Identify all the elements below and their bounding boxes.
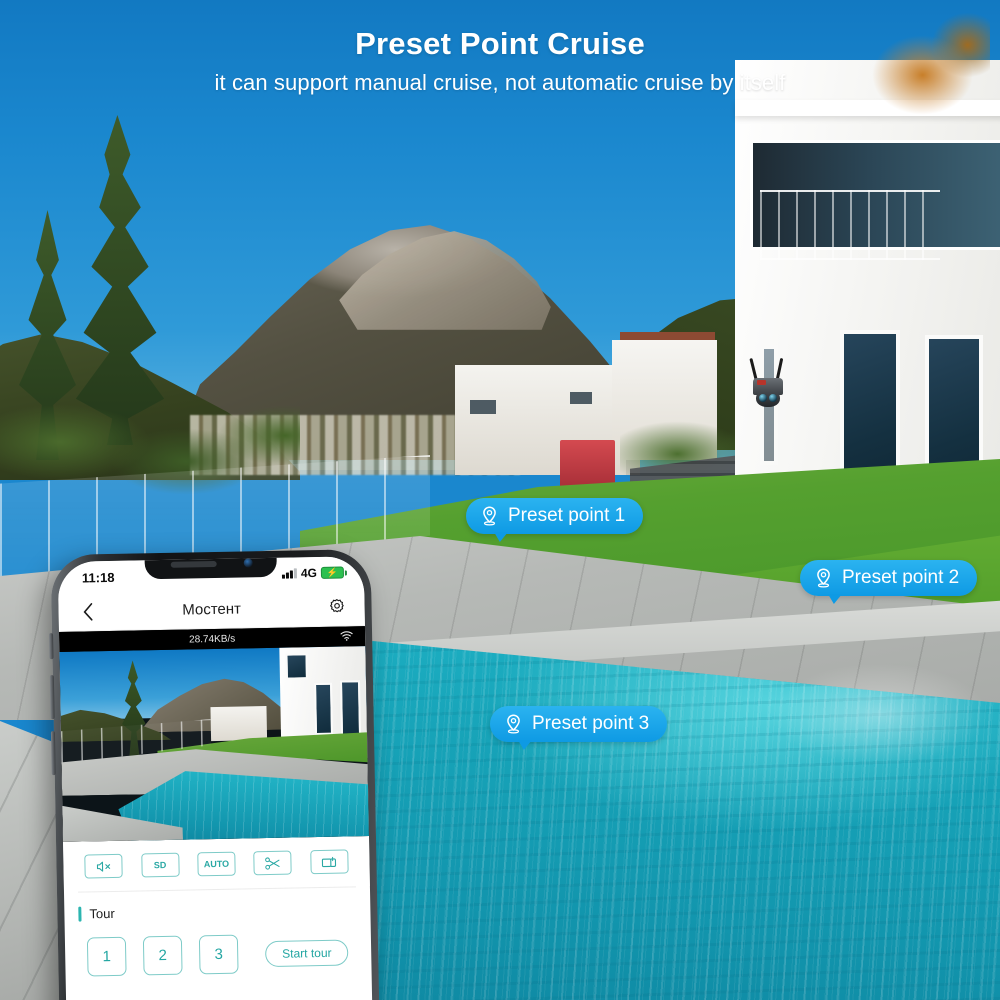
preset-point-badge-1[interactable]: Preset point 1 — [466, 498, 644, 542]
video-neighbour-house — [210, 705, 268, 742]
live-video-panel[interactable]: 28.74KB/s — [58, 626, 369, 842]
signal-bars-icon — [282, 568, 297, 579]
house-window — [470, 400, 496, 414]
snapshot-button[interactable] — [309, 849, 349, 875]
quality-button[interactable]: SD — [140, 852, 180, 878]
earpiece-speaker — [170, 560, 217, 568]
video-villa-window — [285, 653, 308, 680]
video-villa-window — [339, 680, 362, 737]
camera-antenna-right — [775, 357, 784, 381]
tour-preset-row: 1 2 3 Start tour — [65, 916, 372, 977]
preset-button-1[interactable]: 1 — [86, 936, 127, 977]
camera-antenna-left — [749, 357, 758, 381]
preset-button-2[interactable]: 2 — [142, 935, 183, 976]
preset-point-badge-3[interactable]: Preset point 3 — [490, 706, 668, 750]
red-awning — [560, 440, 615, 488]
preset-point-badge-2[interactable]: Preset point 2 — [800, 560, 978, 604]
mute-button[interactable] — [84, 853, 123, 879]
camera-indicator — [757, 380, 766, 385]
clip-button[interactable] — [253, 850, 293, 876]
preset-point-label: Preset point 1 — [508, 505, 626, 526]
start-tour-button[interactable]: Start tour — [264, 938, 349, 967]
phone-mute-switch[interactable] — [49, 633, 54, 660]
network-type-label: 4G — [300, 566, 318, 581]
villa-balcony-railing — [760, 190, 940, 260]
location-pin-icon — [480, 505, 499, 527]
battery-charging-icon: ⚡ — [320, 566, 345, 579]
phone-volume-up-button[interactable] — [49, 675, 55, 720]
phone-frame: 11:18 4G ⚡ Мостент 28.74KB/s SD AUTO Tou… — [49, 548, 380, 1000]
preset-point-label: Preset point 3 — [532, 713, 650, 734]
tour-section-label: Tour — [89, 905, 115, 922]
camera-lens-right — [769, 394, 777, 402]
smartphone-mockup: 11:18 4G ⚡ Мостент 28.74KB/s SD AUTO Tou… — [49, 548, 380, 1000]
video-control-toolbar: SD AUTO — [63, 836, 370, 892]
autumn-tree — [840, 0, 990, 150]
camera-lens-left — [759, 394, 767, 402]
preset-point-label: Preset point 2 — [842, 567, 960, 588]
preset-button-3[interactable]: 3 — [198, 934, 239, 975]
wifi-icon — [340, 630, 353, 644]
status-time: 11:18 — [81, 569, 115, 586]
auto-button[interactable]: AUTO — [197, 851, 236, 877]
bitrate-label: 28.74KB/s — [188, 633, 236, 645]
page-title: Мостент — [182, 600, 242, 619]
phone-notch — [144, 556, 277, 580]
phone-volume-down-button[interactable] — [50, 731, 56, 776]
app-nav-bar: Мостент — [58, 588, 365, 632]
front-camera-icon — [243, 558, 253, 568]
status-indicators: 4G ⚡ — [282, 565, 345, 581]
camera-live-view[interactable] — [59, 646, 369, 842]
location-pin-icon — [504, 713, 523, 735]
ptz-security-camera — [748, 357, 788, 410]
location-pin-icon — [814, 567, 833, 589]
phone-screen: 11:18 4G ⚡ Мостент 28.74KB/s SD AUTO Tou… — [57, 556, 373, 1000]
house-window — [570, 392, 592, 404]
video-villa-window — [314, 682, 334, 736]
section-accent-bar — [78, 906, 82, 922]
pool-sun-glare — [700, 650, 1000, 810]
